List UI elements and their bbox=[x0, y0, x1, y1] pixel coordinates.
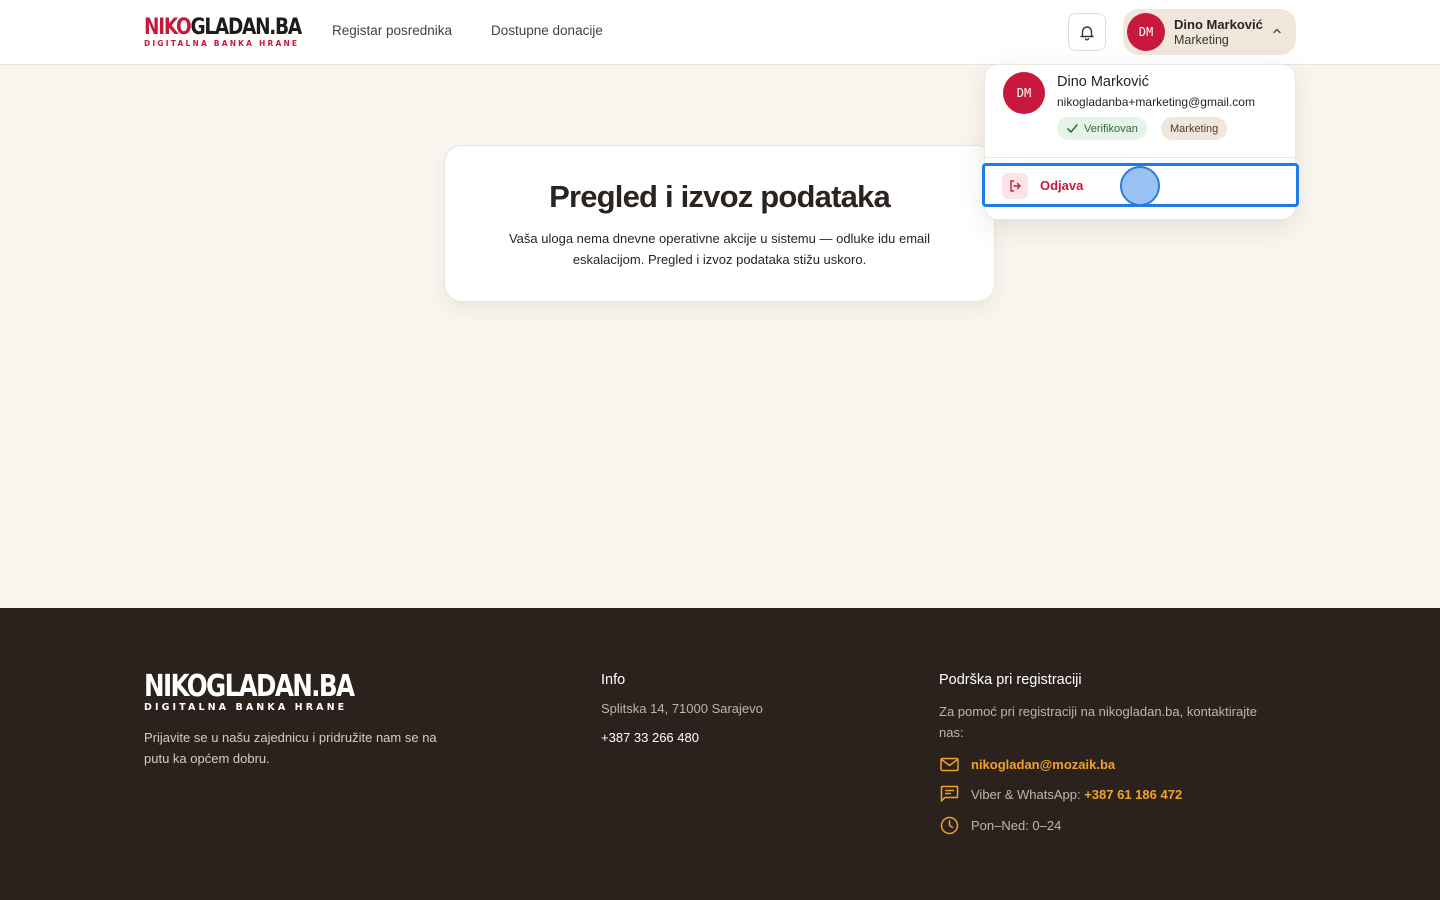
nav-link-registar-posrednika[interactable]: Registar posrednika bbox=[332, 23, 452, 38]
dropdown-avatar: DM bbox=[1003, 72, 1045, 114]
info-card: Pregled i izvoz podataka Vaša uloga nema… bbox=[444, 145, 995, 302]
footer-messaging-row: Viber & WhatsApp: +387 61 186 472 bbox=[939, 784, 1182, 804]
verified-badge: Verifikovan bbox=[1057, 117, 1147, 140]
dropdown-user-email: nikogladanba+marketing@gmail.com bbox=[1057, 95, 1255, 109]
dropdown-divider bbox=[985, 157, 1295, 158]
logout-label: Odjava bbox=[1040, 178, 1084, 193]
top-header: NIKOGLADAN.BA DIGITALNA BANKA HRANE Regi… bbox=[0, 0, 1440, 65]
footer-support-text: Za pomoć pri registraciji na nikogladan.… bbox=[939, 704, 1257, 740]
chat-icon bbox=[939, 784, 959, 804]
footer-logo[interactable]: NIKOGLADAN.BA DIGITALNA BANKA HRANE bbox=[144, 669, 399, 714]
user-role: Marketing bbox=[1174, 33, 1229, 47]
brand-logo[interactable]: NIKOGLADAN.BA DIGITALNA BANKA HRANE bbox=[144, 15, 302, 49]
avatar: DM bbox=[1127, 13, 1165, 51]
check-icon bbox=[1067, 124, 1078, 133]
mail-icon bbox=[939, 754, 959, 774]
logo-wordmark: NIKOGLADAN.BA bbox=[144, 15, 302, 40]
logo-subtitle: DIGITALNA BANKA HRANE bbox=[144, 39, 300, 48]
nav-link-dostupne-donacije[interactable]: Dostupne donacije bbox=[491, 23, 603, 38]
footer-hours-row: Pon–Ned: 0–24 bbox=[939, 815, 1061, 835]
notifications-button[interactable] bbox=[1068, 13, 1106, 51]
footer-support-heading: Podrška pri registraciji bbox=[939, 672, 1082, 688]
user-name: Dino Marković bbox=[1174, 17, 1263, 32]
footer-hours: Pon–Ned: 0–24 bbox=[971, 817, 1062, 833]
footer-messaging-number[interactable]: +387 61 186 472 bbox=[1084, 787, 1182, 802]
footer-info-heading: Info bbox=[601, 672, 626, 688]
chevron-up-icon bbox=[1273, 28, 1281, 34]
footer-tagline: Prijavite se u našu zajednicu i pridruži… bbox=[144, 730, 437, 766]
logout-button[interactable]: Odjava bbox=[982, 163, 1299, 207]
footer-email-row: nikogladan@mozaik.ba bbox=[939, 754, 1115, 774]
role-badge: Marketing bbox=[1161, 117, 1228, 140]
dropdown-user-name: Dino Marković bbox=[1057, 74, 1149, 90]
bell-icon bbox=[1080, 25, 1094, 41]
footer-messaging-prefix: Viber & WhatsApp: bbox=[971, 786, 1081, 802]
footer-logo-wordmark: NIKOGLADAN.BA bbox=[144, 669, 355, 704]
site-footer: NIKOGLADAN.BA DIGITALNA BANKA HRANE Prij… bbox=[0, 608, 1440, 900]
page-title: Pregled i izvoz podataka bbox=[549, 179, 891, 214]
footer-address: Splitska 14, 71000 Sarajevo bbox=[601, 701, 763, 716]
footer-email-link[interactable]: nikogladan@mozaik.ba bbox=[971, 757, 1115, 772]
user-menu-toggle[interactable]: DM Dino Marković Marketing bbox=[1123, 9, 1296, 55]
logout-icon bbox=[1002, 173, 1028, 199]
page-description: Vaša uloga nema dnevne operativne akcije… bbox=[508, 231, 931, 267]
user-dropdown-menu: DM Dino Marković nikogladanba+marketing@… bbox=[982, 64, 1299, 220]
footer-phone[interactable]: +387 33 266 480 bbox=[601, 730, 699, 745]
clock-icon bbox=[939, 815, 959, 835]
